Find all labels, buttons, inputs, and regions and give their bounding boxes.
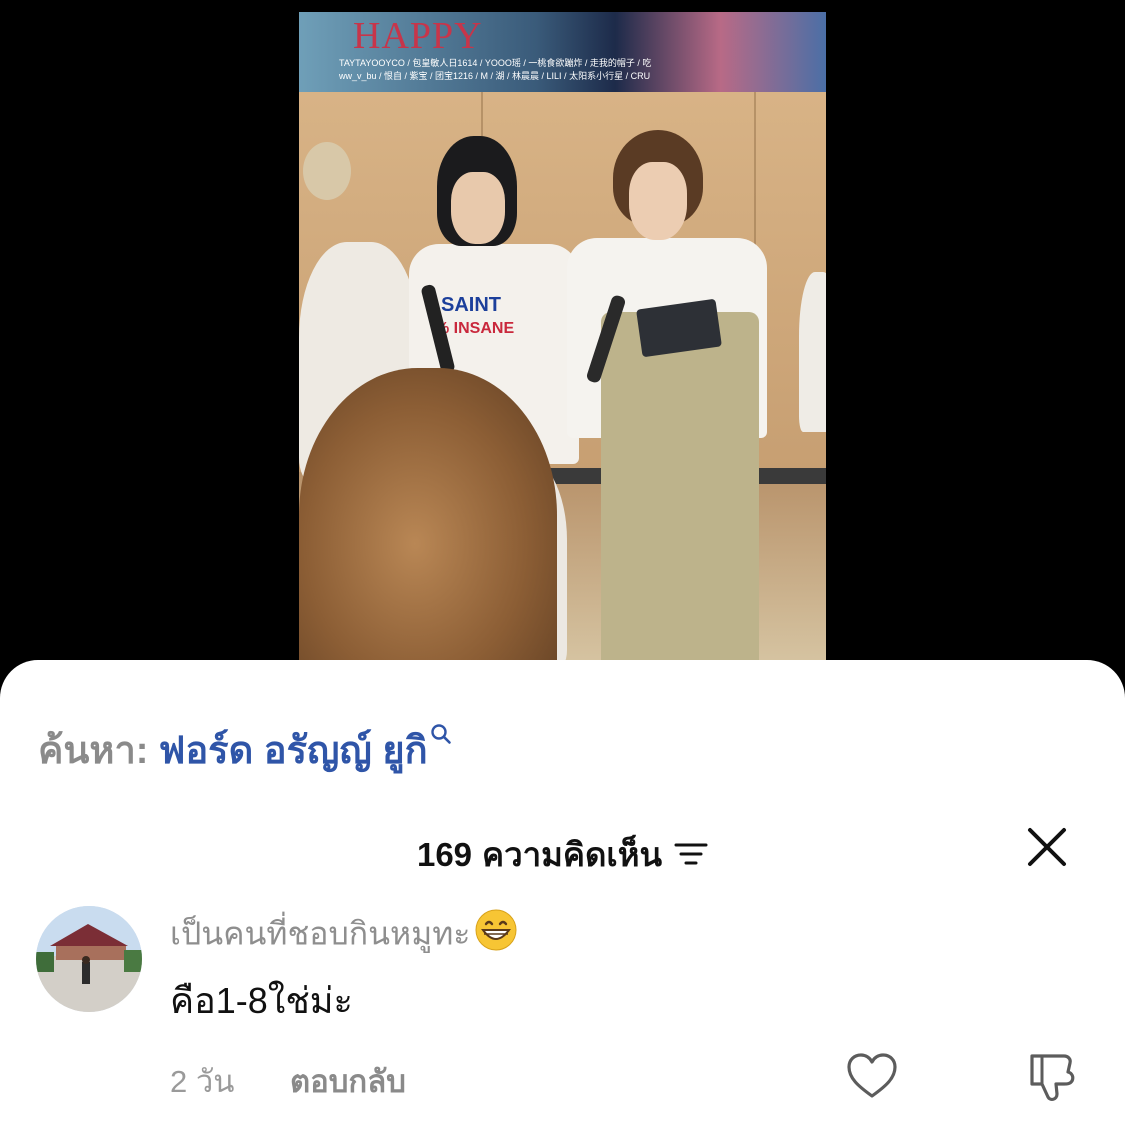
- close-button[interactable]: [1024, 824, 1070, 870]
- video-player[interactable]: HAPPY TAYTAYOOYCO / 包皇敏人日1614 / YOOO瑶 / …: [299, 12, 826, 672]
- video-banner: HAPPY TAYTAYOOYCO / 包皇敏人日1614 / YOOO瑶 / …: [299, 12, 826, 92]
- avatar[interactable]: [36, 906, 142, 1012]
- comment-item: เป็นคนที่ชอบกินหมูทะ คือ1-8ใช่ม่ะ 2 วัน …: [36, 906, 1096, 1106]
- comment-time: 2 วัน: [170, 1064, 235, 1099]
- shirt-print: SAINT: [441, 294, 501, 316]
- filter-icon[interactable]: [674, 838, 708, 876]
- banner-title: HAPPY: [353, 15, 483, 57]
- grinning-face-icon: [474, 908, 518, 960]
- search-prefix: ค้นหา:: [38, 730, 149, 772]
- person-right: [799, 272, 826, 432]
- heart-icon[interactable]: [844, 1050, 900, 1102]
- foreground-head: [299, 368, 557, 672]
- search-suggestion[interactable]: ค้นหา: ฟอร์ด อรัญญ์ ยูกิ: [38, 712, 451, 780]
- person-left-hair: [303, 142, 351, 200]
- person-two-face: [629, 162, 687, 240]
- comment-text: คือ1-8ใช่ม่ะ: [170, 980, 353, 1021]
- comments-label: ความคิดเห็น: [482, 836, 663, 873]
- username-text[interactable]: เป็นคนที่ชอบกินหมูทะ: [170, 916, 470, 952]
- reply-button[interactable]: ตอบกลับ: [290, 1056, 406, 1106]
- comments-header: 169 ความคิดเห็น: [0, 828, 1125, 881]
- comment-count: 169: [416, 836, 473, 873]
- banner-names-row: ww_v_bu / 恨自 / 紫宝 / 团宝1216 / M / 湖 / 林晨晨…: [339, 71, 651, 81]
- person-one-face: [451, 172, 505, 244]
- dislike-button[interactable]: [1024, 1050, 1080, 1106]
- comments-sheet: ค้นหา:ฟอร์ด อรัญญ์ ยูกิ 169ความคิดเห็น: [0, 660, 1125, 1135]
- thumbs-down-icon[interactable]: [1024, 1050, 1080, 1106]
- search-icon[interactable]: [430, 712, 451, 744]
- close-icon[interactable]: [1024, 824, 1070, 870]
- screen: HAPPY TAYTAYOOYCO / 包皇敏人日1614 / YOOO瑶 / …: [0, 0, 1125, 1135]
- like-button[interactable]: [844, 1050, 900, 1102]
- search-term[interactable]: ฟอร์ด อรัญญ์ ยูกิ: [158, 730, 427, 772]
- banner-names-row: TAYTAYOOYCO / 包皇敏人日1614 / YOOO瑶 / 一桃食欲蹦炸…: [339, 58, 652, 68]
- person-two-overalls: [601, 312, 759, 672]
- comment-username[interactable]: เป็นคนที่ชอบกินหมูทะ: [170, 908, 518, 960]
- banner-names: TAYTAYOOYCO / 包皇敏人日1614 / YOOO瑶 / 一桃食欲蹦炸…: [339, 56, 651, 82]
